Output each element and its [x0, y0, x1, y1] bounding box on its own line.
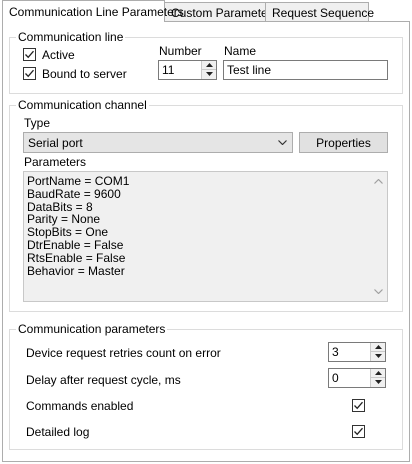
name-input[interactable]: Test line — [223, 60, 388, 80]
number-label: Number — [159, 44, 202, 58]
type-value: Serial port — [28, 136, 83, 150]
checkmark-icon — [25, 69, 34, 78]
parameters-textarea[interactable]: PortName = COM1 BaudRate = 9600 DataBits =… — [23, 171, 388, 302]
parameter-line: PortName = COM1 — [27, 174, 130, 188]
commands-enabled-label: Commands enabled — [26, 399, 134, 413]
parameter-line: Behavior = Master — [27, 263, 125, 278]
communication-parameters-title: Communication parameters — [18, 322, 166, 336]
communication-channel-title: Communication channel — [18, 98, 147, 112]
parameters-label: Parameters — [24, 155, 87, 169]
name-label: Name — [224, 44, 257, 58]
arrow-up-icon — [375, 371, 382, 375]
active-label: Active — [42, 48, 75, 62]
checkmark-icon — [354, 401, 363, 410]
chevron-down-icon — [278, 140, 287, 145]
properties-button[interactable]: Properties — [299, 132, 388, 153]
commands-enabled-checkbox[interactable] — [352, 399, 365, 412]
bound-to-server-checkbox[interactable] — [23, 67, 36, 80]
checkmark-icon — [354, 427, 363, 436]
retries-up-button[interactable] — [370, 343, 385, 352]
delay-label: Delay after request cycle, ms — [26, 373, 181, 387]
number-spinner[interactable]: 11 — [158, 60, 217, 80]
scroll-down-icon[interactable] — [374, 289, 383, 294]
arrow-up-icon — [375, 345, 382, 349]
arrow-down-icon — [375, 354, 382, 358]
arrow-down-icon — [375, 380, 382, 384]
arrow-up-icon — [206, 63, 213, 67]
delay-up-button[interactable] — [370, 369, 385, 378]
detailed-log-checkbox[interactable] — [352, 425, 365, 438]
tab-communication-line-parameters[interactable]: Communication Line Parameters — [2, 0, 184, 22]
retries-spinner[interactable]: 3 — [328, 342, 386, 362]
delay-down-button[interactable] — [370, 378, 385, 387]
number-down-button[interactable] — [201, 70, 216, 79]
parameters-lines: PortName = COM1 BaudRate = 9600 DataBits =… — [27, 175, 129, 277]
retries-down-button[interactable] — [370, 352, 385, 361]
active-checkbox[interactable] — [23, 48, 36, 61]
parameters-scrollbar[interactable] — [370, 172, 387, 301]
retries-label: Device request retries count on error — [26, 346, 221, 360]
checkmark-icon — [25, 50, 34, 59]
delay-value: 0 — [332, 371, 339, 385]
number-value: 11 — [162, 63, 175, 77]
tab-request-sequence[interactable]: Request Sequence — [265, 2, 374, 21]
type-label: Type — [24, 116, 51, 130]
bound-to-server-label: Bound to server — [42, 67, 127, 81]
delay-spinner[interactable]: 0 — [328, 368, 386, 388]
parameter-line: BaudRate = 9600 — [27, 186, 121, 201]
detailed-log-label: Detailed log — [26, 425, 90, 439]
retries-value: 3 — [332, 345, 339, 359]
number-up-button[interactable] — [201, 61, 216, 70]
parameter-line: DtrEnable = False — [27, 237, 124, 252]
scroll-up-icon[interactable] — [374, 179, 383, 184]
arrow-down-icon — [206, 72, 213, 76]
communication-line-title: Communication line — [18, 30, 124, 44]
type-dropdown[interactable]: Serial port — [23, 132, 293, 153]
parameter-line: RtsEnable = False — [27, 250, 126, 265]
